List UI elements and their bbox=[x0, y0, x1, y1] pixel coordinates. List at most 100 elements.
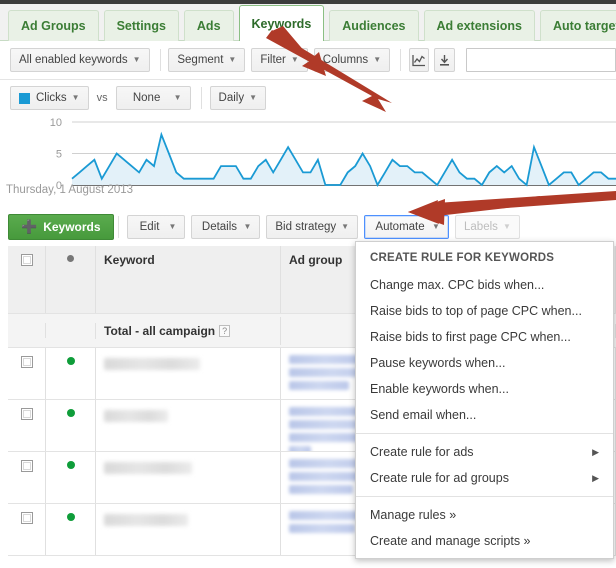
edit-dropdown[interactable]: Edit ▼ bbox=[126, 215, 186, 239]
chevron-down-icon: ▼ bbox=[243, 222, 252, 231]
chart-icon bbox=[412, 54, 426, 66]
chevron-down-icon: ▼ bbox=[502, 222, 511, 231]
chevron-down-icon: ▼ bbox=[341, 222, 350, 231]
details-dropdown[interactable]: Details ▼ bbox=[191, 215, 261, 239]
bid-strategy-dropdown[interactable]: Bid strategy ▼ bbox=[266, 215, 359, 239]
row-select-cell[interactable] bbox=[8, 504, 46, 555]
tab-audiences[interactable]: Audiences bbox=[329, 10, 419, 41]
labels-label: Labels bbox=[464, 221, 498, 233]
menu-item-label: Create and manage scripts » bbox=[370, 534, 531, 548]
row-keyword-cell[interactable] bbox=[96, 400, 281, 451]
redacted-keyword-text bbox=[104, 410, 168, 422]
status-header-cell[interactable] bbox=[46, 246, 96, 313]
menu-item-change-max-cpc[interactable]: Change max. CPC bids when... bbox=[356, 272, 613, 298]
primary-metric-dropdown[interactable]: Clicks ▼ bbox=[10, 86, 89, 110]
chevron-down-icon: ▼ bbox=[71, 93, 80, 102]
menu-item-enable-keywords[interactable]: Enable keywords when... bbox=[356, 376, 613, 402]
row-checkbox[interactable] bbox=[20, 356, 33, 368]
menu-item-create-rule-for-ad-groups[interactable]: Create rule for ad groups ▶ bbox=[356, 465, 613, 491]
menu-item-send-email[interactable]: Send email when... bbox=[356, 402, 613, 428]
row-checkbox[interactable] bbox=[20, 408, 33, 420]
redacted-ad-group-text bbox=[289, 433, 359, 442]
tab-keywords[interactable]: Keywords bbox=[238, 5, 325, 42]
total-checkbox-cell bbox=[8, 323, 46, 338]
chevron-down-icon: ▼ bbox=[228, 55, 237, 64]
menu-item-label: Change max. CPC bids when... bbox=[370, 278, 545, 292]
compare-metric-dropdown[interactable]: None ▼ bbox=[115, 86, 191, 110]
main-tab-bar: Ad Groups Settings Ads Keywords Audience… bbox=[0, 0, 616, 42]
columns-dropdown[interactable]: Columns ▼ bbox=[313, 48, 391, 72]
chevron-right-icon: ▶ bbox=[592, 446, 599, 457]
chart-start-date-label: Thursday, 1 August 2013 bbox=[6, 184, 134, 196]
row-checkbox[interactable] bbox=[20, 460, 33, 472]
tab-label: Auto targets bbox=[552, 19, 616, 33]
segment-dropdown[interactable]: Segment ▼ bbox=[168, 48, 246, 72]
toolbar-divider bbox=[200, 87, 202, 109]
row-keyword-cell[interactable] bbox=[96, 348, 281, 399]
chevron-down-icon: ▼ bbox=[132, 55, 141, 64]
tab-label: Settings bbox=[116, 19, 166, 33]
select-all-cell[interactable] bbox=[8, 246, 46, 313]
labels-dropdown: Labels ▼ bbox=[454, 215, 520, 239]
keyword-filter-dropdown[interactable]: All enabled keywords ▼ bbox=[10, 48, 150, 72]
chevron-down-icon: ▼ bbox=[432, 222, 440, 231]
tab-label: Ad Groups bbox=[21, 19, 86, 33]
primary-metric-label: Clicks bbox=[36, 92, 67, 104]
menu-item-raise-bids-top-of-page[interactable]: Raise bids to top of page CPC when... bbox=[356, 298, 613, 324]
menu-item-create-rule-for-ads[interactable]: Create rule for ads ▶ bbox=[356, 439, 613, 465]
keyword-column-label: Keyword bbox=[104, 253, 155, 267]
row-status-cell bbox=[46, 348, 96, 399]
edit-label: Edit bbox=[139, 221, 160, 233]
row-select-cell[interactable] bbox=[8, 400, 46, 451]
menu-item-label: Manage rules » bbox=[370, 508, 457, 522]
menu-divider bbox=[356, 433, 613, 434]
adwords-screen: Ad Groups Settings Ads Keywords Audience… bbox=[0, 0, 616, 568]
redacted-ad-group-text bbox=[289, 446, 311, 451]
add-keywords-button[interactable]: ➕ Keywords bbox=[8, 214, 114, 240]
toolbar-divider bbox=[117, 216, 119, 238]
row-keyword-cell[interactable] bbox=[96, 452, 281, 503]
svg-text:5: 5 bbox=[56, 149, 62, 161]
menu-item-raise-bids-first-page[interactable]: Raise bids to first page CPC when... bbox=[356, 324, 613, 350]
row-checkbox[interactable] bbox=[20, 512, 33, 524]
menu-item-label: Send email when... bbox=[370, 408, 477, 422]
menu-item-create-manage-scripts[interactable]: Create and manage scripts » bbox=[356, 528, 613, 554]
filter-label: Filter bbox=[260, 54, 286, 66]
chart-toggle-button[interactable] bbox=[408, 48, 430, 72]
add-keywords-label: Keywords bbox=[43, 220, 101, 234]
granularity-dropdown[interactable]: Daily ▼ bbox=[209, 86, 266, 110]
tab-ad-groups[interactable]: Ad Groups bbox=[8, 10, 99, 41]
download-button[interactable] bbox=[434, 48, 455, 72]
bid-strategy-label: Bid strategy bbox=[275, 221, 337, 233]
automate-dropdown-menu: CREATE RULE FOR KEYWORDS Change max. CPC… bbox=[355, 241, 614, 559]
tab-label: Keywords bbox=[251, 16, 312, 31]
search-input[interactable] bbox=[466, 48, 616, 72]
help-icon[interactable]: ? bbox=[219, 324, 231, 337]
tab-ads[interactable]: Ads bbox=[183, 10, 234, 41]
redacted-ad-group-text bbox=[289, 472, 359, 481]
tab-auto-targets[interactable]: Auto targets bbox=[539, 10, 616, 41]
select-all-checkbox[interactable] bbox=[20, 254, 33, 266]
filter-dropdown[interactable]: Filter ▼ bbox=[251, 48, 308, 72]
tab-settings[interactable]: Settings bbox=[103, 10, 179, 41]
row-select-cell[interactable] bbox=[8, 452, 46, 503]
keyword-header-cell[interactable]: Keyword bbox=[96, 246, 281, 313]
row-keyword-cell[interactable] bbox=[96, 504, 281, 555]
tab-ad-extensions[interactable]: Ad extensions bbox=[423, 10, 535, 41]
menu-item-pause-keywords[interactable]: Pause keywords when... bbox=[356, 350, 613, 376]
menu-item-label: Raise bids to first page CPC when... bbox=[370, 330, 571, 344]
automate-label: Automate bbox=[375, 221, 425, 233]
status-icon bbox=[67, 255, 74, 262]
row-select-cell[interactable] bbox=[8, 348, 46, 399]
menu-item-label: Enable keywords when... bbox=[370, 382, 509, 396]
svg-text:10: 10 bbox=[50, 117, 62, 129]
status-enabled-icon bbox=[66, 357, 75, 365]
row-status-cell bbox=[46, 400, 96, 451]
redacted-keyword-text bbox=[104, 514, 188, 526]
automate-dropdown[interactable]: Automate ▼ bbox=[364, 215, 449, 239]
status-enabled-icon bbox=[66, 409, 75, 417]
menu-divider bbox=[356, 496, 613, 497]
redacted-keyword-text bbox=[104, 462, 192, 474]
tab-label: Audiences bbox=[342, 19, 406, 33]
menu-item-manage-rules[interactable]: Manage rules » bbox=[356, 502, 613, 528]
